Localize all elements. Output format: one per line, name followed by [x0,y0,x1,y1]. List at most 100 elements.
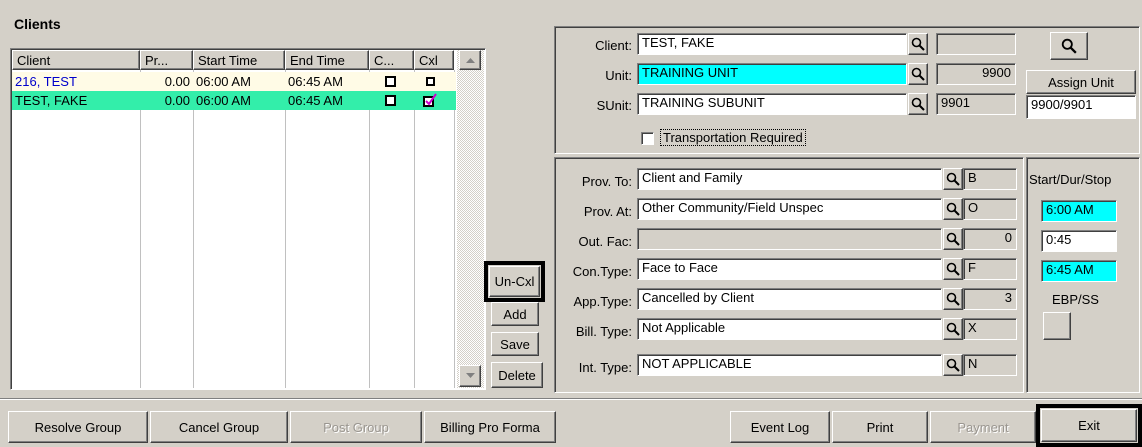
ebp-ss-button[interactable] [1043,312,1071,340]
start-dur-stop-label: Start/Dur/Stop [1029,172,1112,187]
transportation-label[interactable]: Transportation Required [660,129,806,146]
pr-value: 0.00 [164,93,190,108]
unit-label: Unit: [605,68,632,83]
save-button[interactable]: Save [491,332,539,356]
end-time: 06:45 AM [288,74,343,89]
table-row[interactable]: TEST, FAKE 0.00 06:00 AM 06:45 AM [12,91,456,110]
col-header-cxl[interactable]: Cxl [414,50,454,70]
scroll-up-button[interactable] [459,50,481,70]
int-type-code: N [963,354,1017,376]
unit-lookup-button[interactable] [908,63,928,85]
col-header-pr[interactable]: Pr... [140,50,193,70]
billing-pro-forma-button[interactable]: Billing Pro Forma [424,411,556,443]
post-group-label: Post Group [323,419,389,435]
cxl-checkbox[interactable] [426,77,435,86]
magnifier-icon [1061,38,1077,54]
unit-field[interactable]: TRAINING UNIT [637,63,907,85]
sunit-lookup-button[interactable] [908,93,928,115]
unit-code-field: 9900 [936,63,1016,85]
delete-button[interactable]: Delete [491,362,543,388]
prov-at-label: Prov. At: [583,204,632,219]
assign-unit-field[interactable]: 9900/9901 [1026,95,1136,119]
magnifier-icon [946,172,960,186]
transportation-checkbox[interactable] [641,132,654,145]
add-button[interactable]: Add [491,302,539,326]
client-field[interactable]: TEST, FAKE [637,33,907,55]
scroll-down-button[interactable] [459,365,481,387]
bill-type-field[interactable]: Not Applicable [637,318,942,340]
magnifier-icon [946,262,960,276]
event-log-label: Event Log [750,419,810,435]
uncxl-button[interactable]: Un-Cxl [489,266,540,297]
prov-to-lookup-button[interactable] [943,168,963,190]
resolve-group-button[interactable]: Resolve Group [8,411,148,443]
start-time: 06:00 AM [196,93,251,108]
int-type-label: Int. Type: [578,360,632,375]
app-type-label: App.Type: [573,294,632,309]
payment-button[interactable]: Payment [930,411,1036,443]
prov-to-field[interactable]: Client and Family [637,168,942,190]
print-button[interactable]: Print [832,411,928,443]
client-name[interactable]: TEST, FAKE [12,91,140,110]
magnifier-icon [946,232,960,246]
table-row[interactable]: 216, TEST 0.00 06:00 AM 06:45 AM [12,72,456,91]
clients-title: Clients [14,16,61,32]
magnifier-icon [946,322,960,336]
magnifier-icon [946,202,960,216]
client-name[interactable]: 216, TEST [12,72,140,91]
checkmark-icon [423,93,437,107]
col-header-c[interactable]: C... [369,50,414,70]
event-log-button[interactable]: Event Log [730,411,830,443]
cancel-group-button[interactable]: Cancel Group [150,411,288,443]
prov-to-code: B [963,168,1017,190]
bill-type-label: Bill. Type: [575,324,632,339]
c-checkbox[interactable] [385,95,396,106]
prov-to-label: Prov. To: [581,174,632,189]
grid-scrollbar[interactable] [457,50,484,388]
app-type-code: 3 [963,288,1017,310]
int-type-field[interactable]: NOT APPLICABLE [637,354,942,376]
prov-at-field[interactable]: Other Community/Field Unspec [637,198,942,220]
magnifier-icon [946,292,960,306]
assign-unit-button[interactable]: Assign Unit [1026,70,1136,94]
col-header-start-time[interactable]: Start Time [193,50,285,70]
col-header-client[interactable]: Client [12,50,140,70]
con-type-field[interactable]: Face to Face [637,258,942,280]
billing-pro-forma-label: Billing Pro Forma [440,419,540,435]
start-time: 06:00 AM [196,74,251,89]
post-group-button[interactable]: Post Group [290,411,422,443]
magnifier-icon [911,37,925,51]
bill-type-lookup-button[interactable] [943,318,963,340]
magnifier-icon [911,67,925,81]
magnifier-icon [911,97,925,111]
c-checkbox[interactable] [385,76,396,87]
prov-at-code: O [963,198,1017,220]
app-type-lookup-button[interactable] [943,288,963,310]
client-lookup-button[interactable] [908,33,928,55]
start-time-field[interactable]: 6:00 AM [1041,200,1117,222]
prov-at-lookup-button[interactable] [943,198,963,220]
print-label: Print [866,419,894,435]
cxl-checkbox-checked[interactable] [423,93,437,107]
arrow-up-icon [465,58,475,63]
magnifier-icon [946,358,960,372]
assign-lookup-button[interactable] [1050,32,1088,60]
int-type-lookup-button[interactable] [943,354,963,376]
payment-label: Payment [957,419,1009,435]
ebp-ss-label: EBP/SS [1052,292,1099,307]
stop-time-field[interactable]: 6:45 AM [1041,260,1117,282]
client-label: Client: [595,38,632,53]
bill-type-code: X [963,318,1017,340]
out-fac-code: 0 [963,228,1017,250]
out-fac-lookup-button[interactable] [943,228,963,250]
out-fac-field[interactable] [637,228,942,250]
con-type-lookup-button[interactable] [943,258,963,280]
sunit-field[interactable]: TRAINING SUBUNIT [637,93,907,115]
client-code-field [936,33,1016,55]
col-header-end-time[interactable]: End Time [285,50,369,70]
exit-label: Exit [1078,418,1100,433]
exit-button[interactable]: Exit [1041,409,1137,442]
out-fac-label: Out. Fac: [578,234,632,249]
app-type-field[interactable]: Cancelled by Client [637,288,942,310]
duration-field[interactable]: 0:45 [1041,230,1117,252]
